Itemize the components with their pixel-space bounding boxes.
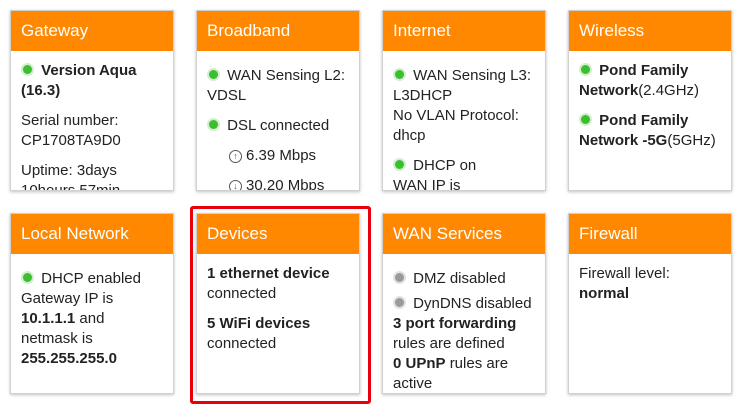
wifi-device-count: 5 WiFi devices: [207, 315, 311, 332]
firewall-level-label: Firewall level:: [579, 265, 670, 282]
lan-netmask: 255.255.255.0: [21, 350, 117, 367]
wan-services-card-title: WAN Services: [383, 214, 545, 254]
port-forwarding-count: 3 port forwarding: [393, 315, 517, 332]
internet-card[interactable]: Internet WAN Sensing L3: L3DHCP No VLAN …: [382, 10, 546, 191]
lan-gateway-ip: 10.1.1.1: [21, 310, 76, 327]
download-arrow-icon: ↓: [229, 180, 242, 190]
status-green-icon: [23, 65, 32, 74]
wan-services-card[interactable]: WAN Services DMZ disabled DynDNS disable…: [382, 213, 546, 394]
download-speed: 30.20 Mbps: [246, 177, 325, 191]
dsl-status: DSL connected: [227, 117, 330, 134]
ethernet-connected: connected: [207, 285, 277, 302]
uptime-label: Uptime: 3days: [21, 162, 117, 179]
wireless-card-title: Wireless: [569, 11, 731, 51]
gateway-card-title: Gateway: [11, 11, 173, 51]
status-green-icon: [581, 65, 590, 74]
dhcp-status: DHCP on: [413, 157, 477, 174]
broadband-card[interactable]: Broadband WAN Sensing L2: VDSL DSL conne…: [196, 10, 360, 191]
gateway-version-number: (16.3): [21, 82, 61, 99]
devices-card-title: Devices: [197, 214, 359, 254]
status-green-icon: [209, 120, 218, 129]
gateway-version-name: Version Aqua: [41, 62, 137, 79]
devices-card[interactable]: Devices 1 ethernet device connected 5 Wi…: [196, 213, 360, 394]
gateway-card[interactable]: Gateway Version Aqua (16.3) Serial numbe…: [10, 10, 174, 191]
serial-label: Serial number:: [21, 112, 119, 129]
serial-value: CP1708TA9D0: [21, 132, 121, 149]
upload-arrow-icon: ↑: [229, 150, 242, 163]
wan-ip-label: WAN IP is: [393, 177, 461, 191]
broadband-card-title: Broadband: [197, 11, 359, 51]
upnp-count: 0 UPnP: [393, 355, 446, 372]
status-grey-icon: [395, 298, 404, 307]
firewall-level-value: normal: [579, 285, 630, 302]
status-green-icon: [23, 273, 32, 282]
wireless-card[interactable]: Wireless Pond Family Network(2.4GHz) Pon…: [568, 10, 732, 191]
local-network-card[interactable]: Local Network DHCP enabled Gateway IP is…: [10, 213, 174, 394]
status-grey-icon: [395, 273, 404, 282]
firewall-card-title: Firewall: [569, 214, 731, 254]
broadband-wan-sensing: WAN Sensing L2: VDSL: [207, 67, 346, 104]
wifi-band-2g: (2.4GHz): [638, 82, 700, 99]
status-green-icon: [209, 70, 218, 79]
uptime-value: 10hours 57min: [21, 182, 121, 191]
dyndns-status: DynDNS disabled: [413, 295, 532, 312]
wifi-band-5g: (5GHz): [667, 132, 716, 149]
lan-dhcp-status: DHCP enabled Gateway IP is: [21, 270, 141, 307]
status-green-icon: [581, 115, 590, 124]
firewall-card[interactable]: Firewall Firewall level: normal: [568, 213, 732, 394]
port-forwarding-suffix: rules are defined: [393, 335, 505, 352]
upload-speed: 6.39 Mbps: [246, 147, 317, 164]
vlan-protocol: No VLAN Protocol: dhcp: [393, 107, 519, 144]
ethernet-device-count: 1 ethernet device: [207, 265, 330, 282]
internet-wan-sensing: WAN Sensing L3: L3DHCP: [393, 67, 532, 104]
local-network-card-title: Local Network: [11, 214, 173, 254]
internet-card-title: Internet: [383, 11, 545, 51]
status-green-icon: [395, 160, 404, 169]
dmz-status: DMZ disabled: [413, 270, 506, 287]
wifi-connected: connected: [207, 335, 277, 352]
status-green-icon: [395, 70, 404, 79]
